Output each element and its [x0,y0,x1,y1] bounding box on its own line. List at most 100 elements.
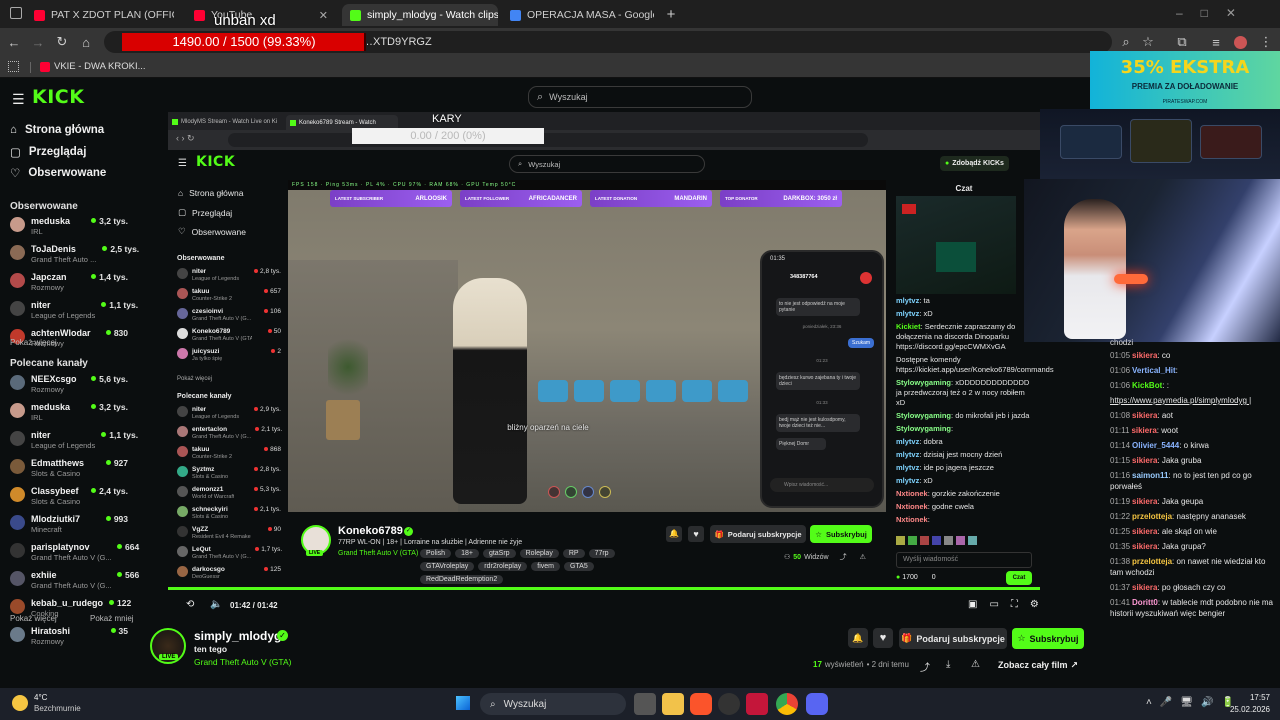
brave-browser-icon[interactable] [690,693,712,715]
stream-category[interactable]: Grand Theft Auto V (GTA) [194,657,291,667]
windows-start-icon[interactable] [456,696,470,710]
clip-player[interactable]: MlodyMS Stream - Watch Live on Ki Koneko… [168,112,1054,610]
sidebar-channel[interactable]: Classybeef Slots & Casino 2,4 tys. [10,486,128,507]
show-less-link[interactable]: Pokaż mniej [90,614,134,623]
browser-tab[interactable]: PAT X ZDOT PLAN (OFFICAL M ✕ [26,4,174,26]
sidebar-channel[interactable]: niter League of Legends 1,1 tys. [10,430,138,451]
browser-tab-active[interactable]: simply_mlodyg - Watch clips o ✕ [342,4,498,26]
channel-name: Mlodziutki7 [31,514,80,524]
adobe-icon[interactable] [746,693,768,715]
replay-icon[interactable]: ⟲ [186,599,194,610]
nav-label: Obserwowane [28,167,107,179]
kick-logo[interactable]: KICK [32,86,84,108]
phone-message: będziesz kurwo zajebana ty i twoje dziec… [776,372,860,390]
reload-icon[interactable]: ↻ [52,32,72,52]
taskbar-search[interactable]: ⌕ Wyszukaj [480,693,626,715]
show-more-link[interactable]: Pokaż więcej [10,614,57,623]
points-count: 0 [931,574,936,581]
bookmark-star-icon[interactable]: ☆ [1138,32,1158,52]
phone-date: poniedziałek, 23:36 [802,324,842,329]
watch-full-video-button[interactable]: Zobacz cały film ↗ [998,660,1078,671]
steam-icon[interactable] [718,693,740,715]
chat-username: mlytvz [896,437,920,446]
new-tab-button[interactable]: + [662,5,680,23]
chat-text: co [1161,351,1171,360]
sidebar-channel[interactable]: niter League of Legends 1,1 tys. [10,300,138,321]
avatar [177,426,188,437]
unban-goal-text: 1490.00 / 1500 (99.33%) [172,34,316,49]
home-icon[interactable]: ⌂ [76,32,96,52]
file-explorer-icon[interactable] [662,693,684,715]
stream-tag: Roleplay [519,549,559,558]
tab-search-icon[interactable] [10,7,22,19]
player-controls-right[interactable]: ▣▭⛶⚙ [968,599,1051,610]
zoom-icon[interactable]: ⌕ [1116,32,1136,52]
sidebar-channel[interactable]: ToJaDenis Grand Theft Auto ... 2,5 tys. [10,244,139,265]
sidebar-channel[interactable]: NEEXcsgo Rozmowy 5,6 tys. [10,374,128,395]
weather-moon-icon[interactable] [12,695,28,711]
back-icon[interactable]: ← [4,32,24,52]
download-icon[interactable]: ⤓ [946,659,950,670]
volume-icon[interactable]: 🔈 [210,599,222,610]
profile-avatar[interactable] [1234,36,1247,49]
menu-icon[interactable]: ⋮ [1256,32,1276,52]
extensions-icon[interactable]: ⧉ [1172,32,1192,52]
nav-following[interactable]: ♡ Obserwowane [10,166,106,180]
sidebar-channel[interactable]: Edmatthews Slots & Casino 927 [10,458,128,479]
followed-section-title: Obserwowane [10,201,78,212]
sidebar-channel[interactable]: parisplatynov Grand Theft Auto V (G... 664 [10,542,139,563]
channel-game: IRL [31,227,43,236]
media-icon[interactable]: ≡ [1206,32,1226,52]
nav-home[interactable]: ⌂ Strona główna [10,124,104,136]
hamburger-icon[interactable]: ☰ [12,91,25,108]
streamer-name[interactable]: simply_mlodyg [194,629,281,643]
share-icon[interactable]: ⤴ [920,659,930,674]
show-more-link[interactable]: Pokaż więcej [10,338,57,347]
chrome-icon[interactable] [776,693,798,715]
seek-bar[interactable] [168,587,1040,590]
window-controls[interactable]: –□✕ [1176,6,1254,20]
sidebar-channel[interactable]: Hiratoshi Rozmowy 35 [10,626,128,647]
sidebar-channel[interactable]: Mlodziutki7 Minecraft 993 [10,514,128,535]
follow-heart-button[interactable]: ♥ [873,628,893,648]
gift-subscription-button[interactable]: 🎁 Podaruj subskrypcje [899,628,1007,649]
kick-favicon-icon [172,118,178,125]
channel-game: Grand Theft Auto V (G... [192,316,252,322]
report-icon[interactable]: ⚠ [971,659,980,670]
chat-username: Nxtionek [896,489,928,498]
sidebar-channel[interactable]: Japczan Rozmowy 1,4 tys. [10,272,128,293]
emote-icon [968,536,977,545]
task-view-icon[interactable] [634,693,656,715]
inner-chat-send: Czat [1006,571,1032,585]
stream-tag: RedDeadRedemption2 [420,575,504,584]
subscribe-button[interactable]: ☆ Subskrybuj [1012,628,1084,649]
notification-bell-button[interactable]: 🔔 [848,628,868,648]
nav-browse[interactable]: ▢ Przeglądaj [10,145,86,159]
stream-tag: GTAVroleplay [420,562,475,571]
avatar [177,526,188,537]
chat-text: Dostępne komendy https://kickiet.app/use… [896,355,1054,374]
discord-icon[interactable] [806,693,828,715]
water-icon [582,486,594,498]
chat-username: sikiera [1132,497,1158,506]
chat-timestamp: 01:35 [1110,542,1131,551]
verified-icon: ✓ [277,630,288,641]
report-icon: ⚠ [859,554,866,561]
game-video[interactable]: FPS 158 · Ping 53ms · PL 4% · CPU 97% · … [288,180,886,512]
channel-text: niter League of Legends [192,268,239,283]
viewer-count: 90 [268,526,281,533]
browser-tab[interactable]: OPERACJA MASA - Google Doc ✕ [502,4,654,26]
forward-icon[interactable]: → [28,32,48,52]
sidebar-channel[interactable]: meduska IRL 3,2 tys. [10,216,128,237]
close-icon[interactable]: ✕ [319,9,328,22]
seat [610,380,640,402]
search-input[interactable]: ⌕ Wyszukaj [528,86,752,108]
bookmark-item[interactable]: VKIE - DWA KROKI... [54,61,146,72]
sidebar-channel[interactable]: meduska IRL 3,2 tys. [10,402,128,423]
sidebar-channel[interactable]: exhiie Grand Theft Auto V (G... 566 [10,570,139,591]
kary-goal-bar: 0.00 / 200 (0%) [352,128,544,144]
chat-username: mlytvz [896,296,920,305]
chat-username: Nxtionek [896,502,928,511]
chat-message: 01:41 Doritt0: w tablecie mdt podobno nie… [1110,598,1273,618]
apps-icon[interactable] [8,61,19,72]
